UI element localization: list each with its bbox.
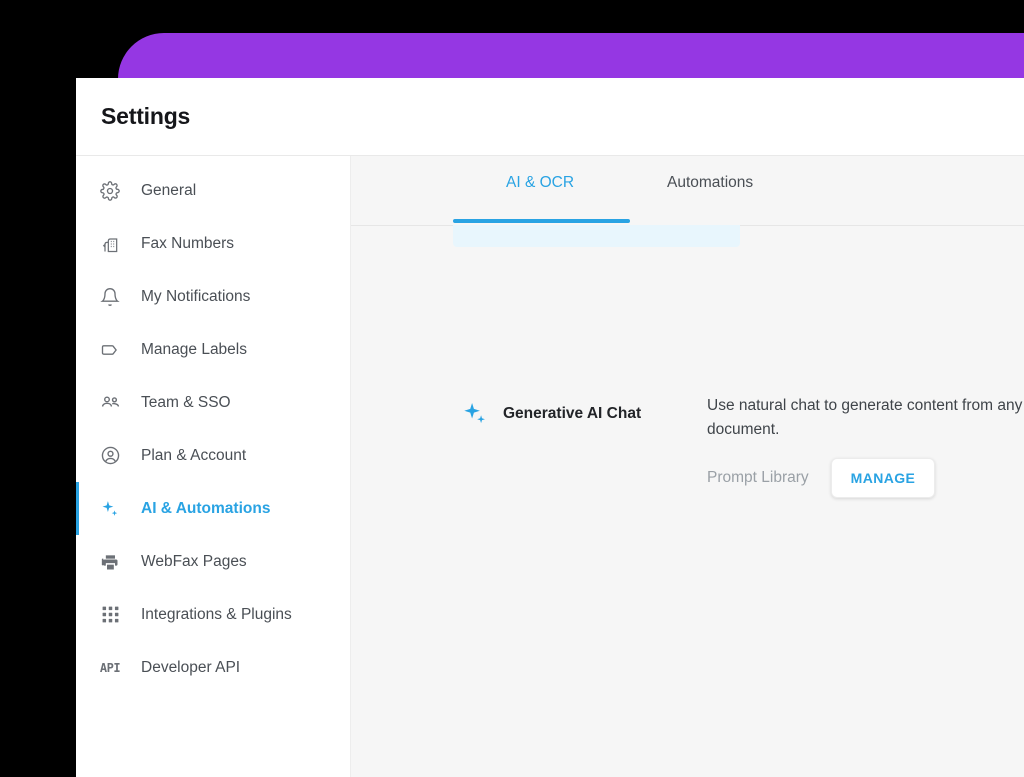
prompt-library-link[interactable]: Prompt Library — [707, 469, 809, 487]
sidebar-item-webfax-pages[interactable]: WebFax Pages — [76, 535, 350, 588]
users-icon — [99, 392, 121, 414]
feature-heading: Generative AI Chat — [461, 400, 641, 428]
sidebar-item-manage-labels[interactable]: Manage Labels — [76, 323, 350, 376]
sidebar-item-label: Fax Numbers — [141, 234, 235, 252]
feature-title: Generative AI Chat — [503, 405, 642, 422]
tag-icon — [99, 339, 121, 361]
fax-icon — [99, 233, 121, 255]
account-icon — [99, 445, 121, 467]
sidebar-item-integrations-plugins[interactable]: Integrations & Plugins — [76, 588, 350, 641]
tab-ai-ocr[interactable]: AI & OCR — [506, 174, 574, 192]
gear-icon — [99, 180, 121, 202]
sidebar-item-label: General — [141, 181, 197, 199]
sidebar-item-fax-numbers[interactable]: Fax Numbers — [76, 217, 350, 270]
sidebar-item-label: Plan & Account — [141, 446, 247, 464]
purple-banner — [118, 33, 1024, 83]
feature-actions: Prompt Library MANAGE — [707, 458, 1024, 498]
sidebar-item-label: Integrations & Plugins — [141, 605, 292, 623]
content-tabs: AI & OCR Automations — [351, 156, 1024, 247]
api-icon: API — [99, 660, 121, 675]
sidebar-item-ai-automations[interactable]: AI & Automations — [76, 482, 350, 535]
app-header: Settings — [76, 78, 1024, 156]
settings-sidebar: General Fax Numbers My Notifications Man… — [76, 156, 350, 777]
page-title: Settings — [101, 103, 191, 129]
grid-dots-icon — [99, 604, 121, 626]
sidebar-item-label: WebFax Pages — [141, 552, 247, 570]
sidebar-item-team-sso[interactable]: Team & SSO — [76, 376, 350, 429]
sidebar-item-label: Team & SSO — [141, 393, 231, 411]
feature-details: Use natural chat to generate content fro… — [707, 394, 1024, 498]
active-tab-underline — [453, 219, 630, 223]
sidebar-scrollbar-track[interactable] — [340, 156, 613, 777]
sidebar-item-plan-account[interactable]: Plan & Account — [76, 429, 350, 482]
app-body: General Fax Numbers My Notifications Man… — [76, 156, 1024, 777]
feature-description: Use natural chat to generate content fro… — [707, 397, 1024, 438]
sidebar-item-label: Manage Labels — [141, 340, 247, 358]
content-pane: AI & OCR Automations Generative AI Chat … — [350, 156, 1024, 777]
sparkle-icon — [461, 400, 489, 428]
sidebar-item-label: Developer API — [141, 658, 241, 676]
app-window: Settings General Fax Numbers My Notifica… — [76, 78, 1024, 777]
sidebar-nav-list: General Fax Numbers My Notifications Man… — [76, 164, 350, 694]
sidebar-item-label: My Notifications — [141, 287, 251, 305]
app-root: Settings General Fax Numbers My Notifica… — [0, 0, 1024, 777]
sidebar-item-general[interactable]: General — [76, 164, 350, 217]
sparkle-icon — [99, 498, 121, 520]
bell-icon — [99, 286, 121, 308]
printer-icon — [99, 551, 121, 573]
sidebar-item-developer-api[interactable]: API Developer API — [76, 641, 350, 694]
sidebar-item-label: AI & Automations — [141, 499, 271, 517]
active-tab-band — [453, 225, 740, 247]
tab-automations[interactable]: Automations — [667, 174, 753, 192]
sidebar-item-my-notifications[interactable]: My Notifications — [76, 270, 350, 323]
manage-button[interactable]: MANAGE — [830, 458, 936, 498]
